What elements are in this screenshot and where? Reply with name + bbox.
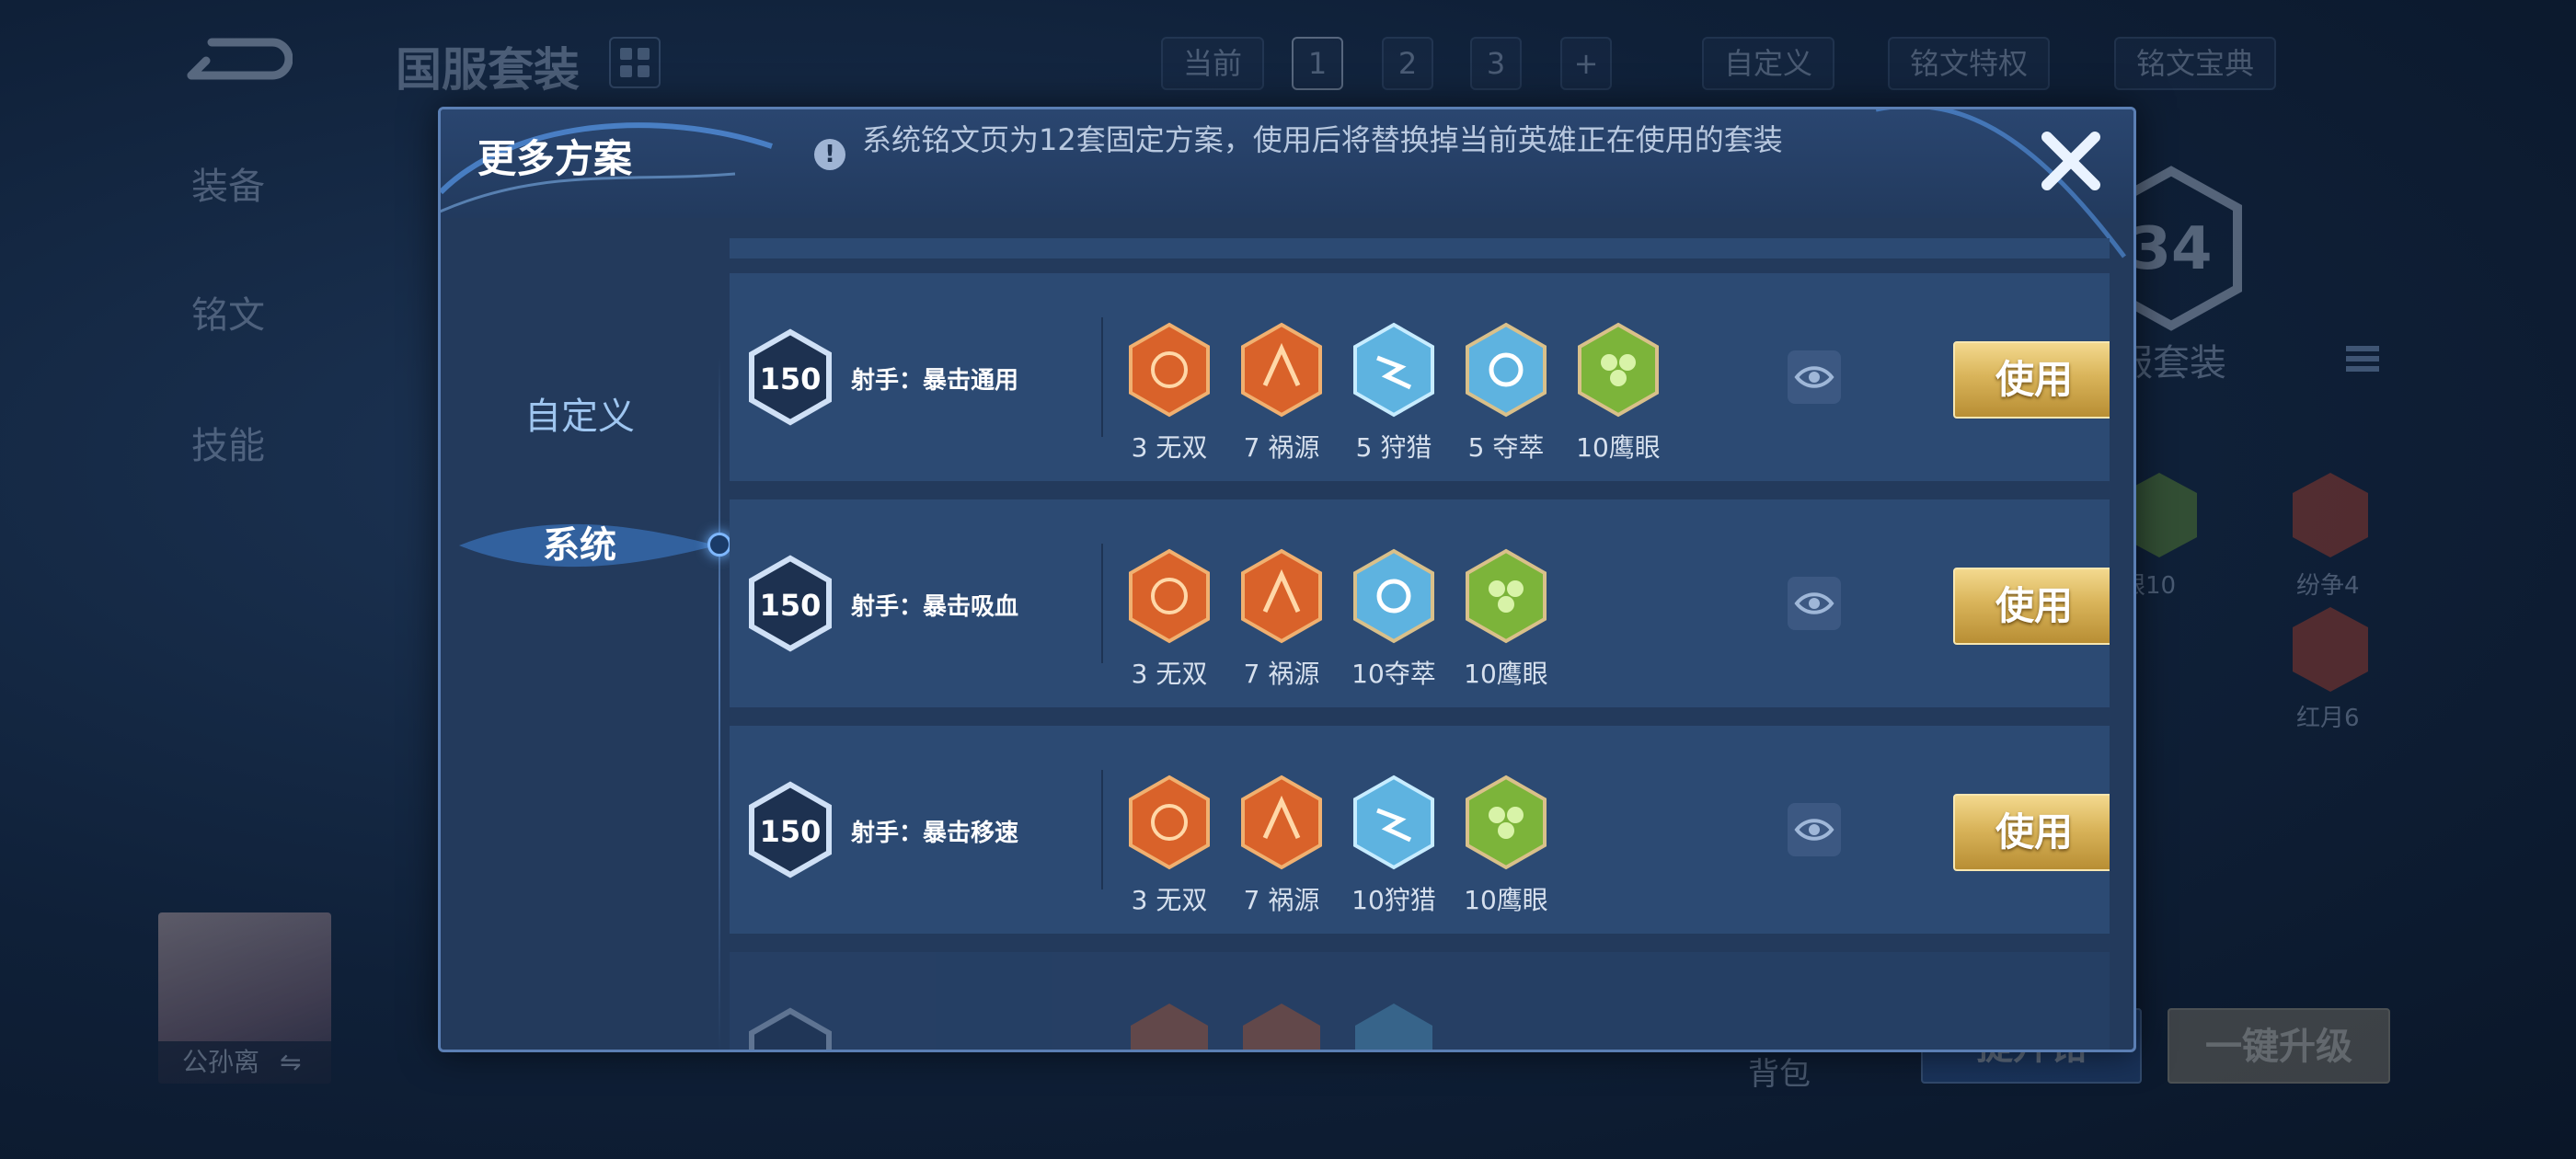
- rune-label: 3 无双: [1131, 659, 1208, 689]
- more-plans-modal: 更多方案 ! 系统铭文页为12套固定方案，使用后将替换掉当前英雄正在使用的套装 …: [438, 107, 2136, 1052]
- rune-label: 5 狩猎: [1355, 432, 1432, 463]
- nav-rune[interactable]: 铭文: [191, 285, 280, 383]
- level-hexagon-icon: 150: [749, 328, 832, 426]
- row-divider: [1101, 770, 1103, 889]
- use-button[interactable]: 使用: [1953, 568, 2110, 645]
- level-hexagon-icon: 150: [749, 555, 832, 652]
- nav-skill[interactable]: 技能: [191, 416, 265, 469]
- selected-indicator: [707, 533, 731, 557]
- yingyan-rune-icon[interactable]: [1462, 774, 1550, 871]
- side-rune-label: 纷争4: [2296, 572, 2360, 600]
- level-hexagon-icon: [749, 1007, 832, 1050]
- rune-label: 10夺萃: [1351, 659, 1436, 689]
- modal-title: 更多方案: [477, 136, 633, 181]
- tab-custom[interactable]: 自定义: [441, 380, 719, 453]
- plan-row: 150 射手：暴击通用 3 无双 7 祸源 5 狩猎 5 夺萃 10鹰眼 使用: [730, 273, 2110, 481]
- rune-label: 3 无双: [1131, 432, 1208, 463]
- rune-label: 10鹰眼: [1576, 432, 1661, 463]
- tab-system[interactable]: 系统: [441, 509, 719, 582]
- plan-row-partial: [730, 952, 2110, 1050]
- side-rune-label: 红月6: [2296, 705, 2360, 732]
- grid-icon[interactable]: [609, 37, 661, 88]
- close-icon[interactable]: [2032, 122, 2110, 200]
- info-icon: !: [814, 139, 845, 170]
- rune-label: 5 夺萃: [1467, 432, 1545, 463]
- rune-label: 7 祸源: [1243, 432, 1320, 463]
- menu-icon[interactable]: [2344, 340, 2381, 377]
- rune-label: 10鹰眼: [1464, 659, 1548, 689]
- background-title: 国服套装: [396, 43, 580, 97]
- page-tab-2[interactable]: 2: [1382, 37, 1433, 90]
- plan-name: 射手：暴击通用: [851, 367, 1019, 395]
- yingyan-rune-icon[interactable]: [1462, 547, 1550, 645]
- page-tab-3[interactable]: 3: [1470, 37, 1522, 90]
- duocui-rune-icon[interactable]: [1462, 321, 1550, 419]
- preview-eye-icon[interactable]: [1788, 803, 1841, 856]
- wushuang-rune-icon[interactable]: [1125, 547, 1213, 645]
- row-divider: [1101, 317, 1103, 437]
- duocui-rune-icon[interactable]: [1350, 547, 1438, 645]
- plan-level: 150: [760, 361, 822, 396]
- bag-label[interactable]: 背包: [1748, 1049, 1811, 1094]
- red-rune-icon: [2293, 607, 2368, 692]
- wushuang-rune-icon: [1131, 1004, 1208, 1050]
- notice-text: 系统铭文页为12套固定方案，使用后将替换掉当前英雄正在使用的套装: [862, 122, 1783, 157]
- huoyuan-rune-icon[interactable]: [1237, 774, 1326, 871]
- rune-label: 10狩猎: [1351, 885, 1436, 915]
- hero-name-text: 公孙离: [182, 1047, 260, 1077]
- yingyan-rune-icon[interactable]: [1574, 321, 1662, 419]
- plan-type-nav: 自定义 系统: [441, 218, 731, 1050]
- use-button[interactable]: 使用: [1953, 794, 2110, 871]
- one-click-upgrade-button[interactable]: 一键升级: [2168, 1008, 2390, 1084]
- huoyuan-rune-icon[interactable]: [1237, 321, 1326, 419]
- modal-header: 更多方案 ! 系统铭文页为12套固定方案，使用后将替换掉当前英雄正在使用的套装: [441, 109, 2133, 258]
- preview-eye-icon[interactable]: [1788, 350, 1841, 404]
- badge-number: 34: [2130, 215, 2212, 283]
- wushuang-rune-icon[interactable]: [1125, 321, 1213, 419]
- shoulie-rune-icon[interactable]: [1350, 321, 1438, 419]
- wushuang-rune-icon[interactable]: [1125, 774, 1213, 871]
- plan-level: 150: [760, 814, 822, 849]
- shoulie-rune-icon: [1355, 1004, 1432, 1050]
- rune-label: 10鹰眼: [1464, 885, 1548, 915]
- nav-equip[interactable]: 装备: [191, 156, 265, 210]
- shoulie-rune-icon[interactable]: [1350, 774, 1438, 871]
- custom-top-button[interactable]: 自定义: [1702, 37, 1835, 90]
- list-top-edge: [730, 238, 2110, 258]
- rune-label: 7 祸源: [1243, 659, 1320, 689]
- preview-eye-icon[interactable]: [1788, 577, 1841, 630]
- plan-row: 150 射手：暴击吸血 3 无双 7 祸源 10夺萃 10鹰眼 使用: [730, 499, 2110, 707]
- swap-icon[interactable]: ⇋: [280, 1047, 301, 1077]
- rune-label: 3 无双: [1131, 885, 1208, 915]
- add-page-button[interactable]: +: [1560, 37, 1612, 90]
- nav-divider: [719, 356, 720, 1050]
- plan-level: 150: [760, 588, 822, 623]
- rune-codex-button[interactable]: 铭文宝典: [2114, 37, 2277, 90]
- back-arrow-icon[interactable]: [184, 33, 293, 88]
- hero-name[interactable]: 公孙离 ⇋: [158, 1041, 331, 1084]
- rune-label: 7 祸源: [1243, 885, 1320, 915]
- rune-privilege-button[interactable]: 铭文特权: [1888, 37, 2051, 90]
- level-hexagon-icon: 150: [749, 781, 832, 878]
- row-divider: [1101, 544, 1103, 663]
- plan-row: 150 射手：暴击移速 3 无双 7 祸源 10狩猎 10鹰眼 使用: [730, 726, 2110, 934]
- red-rune-icon: [2293, 473, 2368, 557]
- page-tab-1[interactable]: 1: [1292, 37, 1343, 90]
- plan-list[interactable]: 150 射手：暴击通用 3 无双 7 祸源 5 狩猎 5 夺萃 10鹰眼 使用 …: [730, 220, 2110, 1050]
- plan-name: 射手：暴击吸血: [851, 593, 1019, 621]
- huoyuan-rune-icon[interactable]: [1237, 547, 1326, 645]
- current-page-label: 当前: [1161, 37, 1265, 90]
- use-button[interactable]: 使用: [1953, 341, 2110, 419]
- plan-name: 射手：暴击移速: [851, 820, 1019, 847]
- huoyuan-rune-icon: [1243, 1004, 1320, 1050]
